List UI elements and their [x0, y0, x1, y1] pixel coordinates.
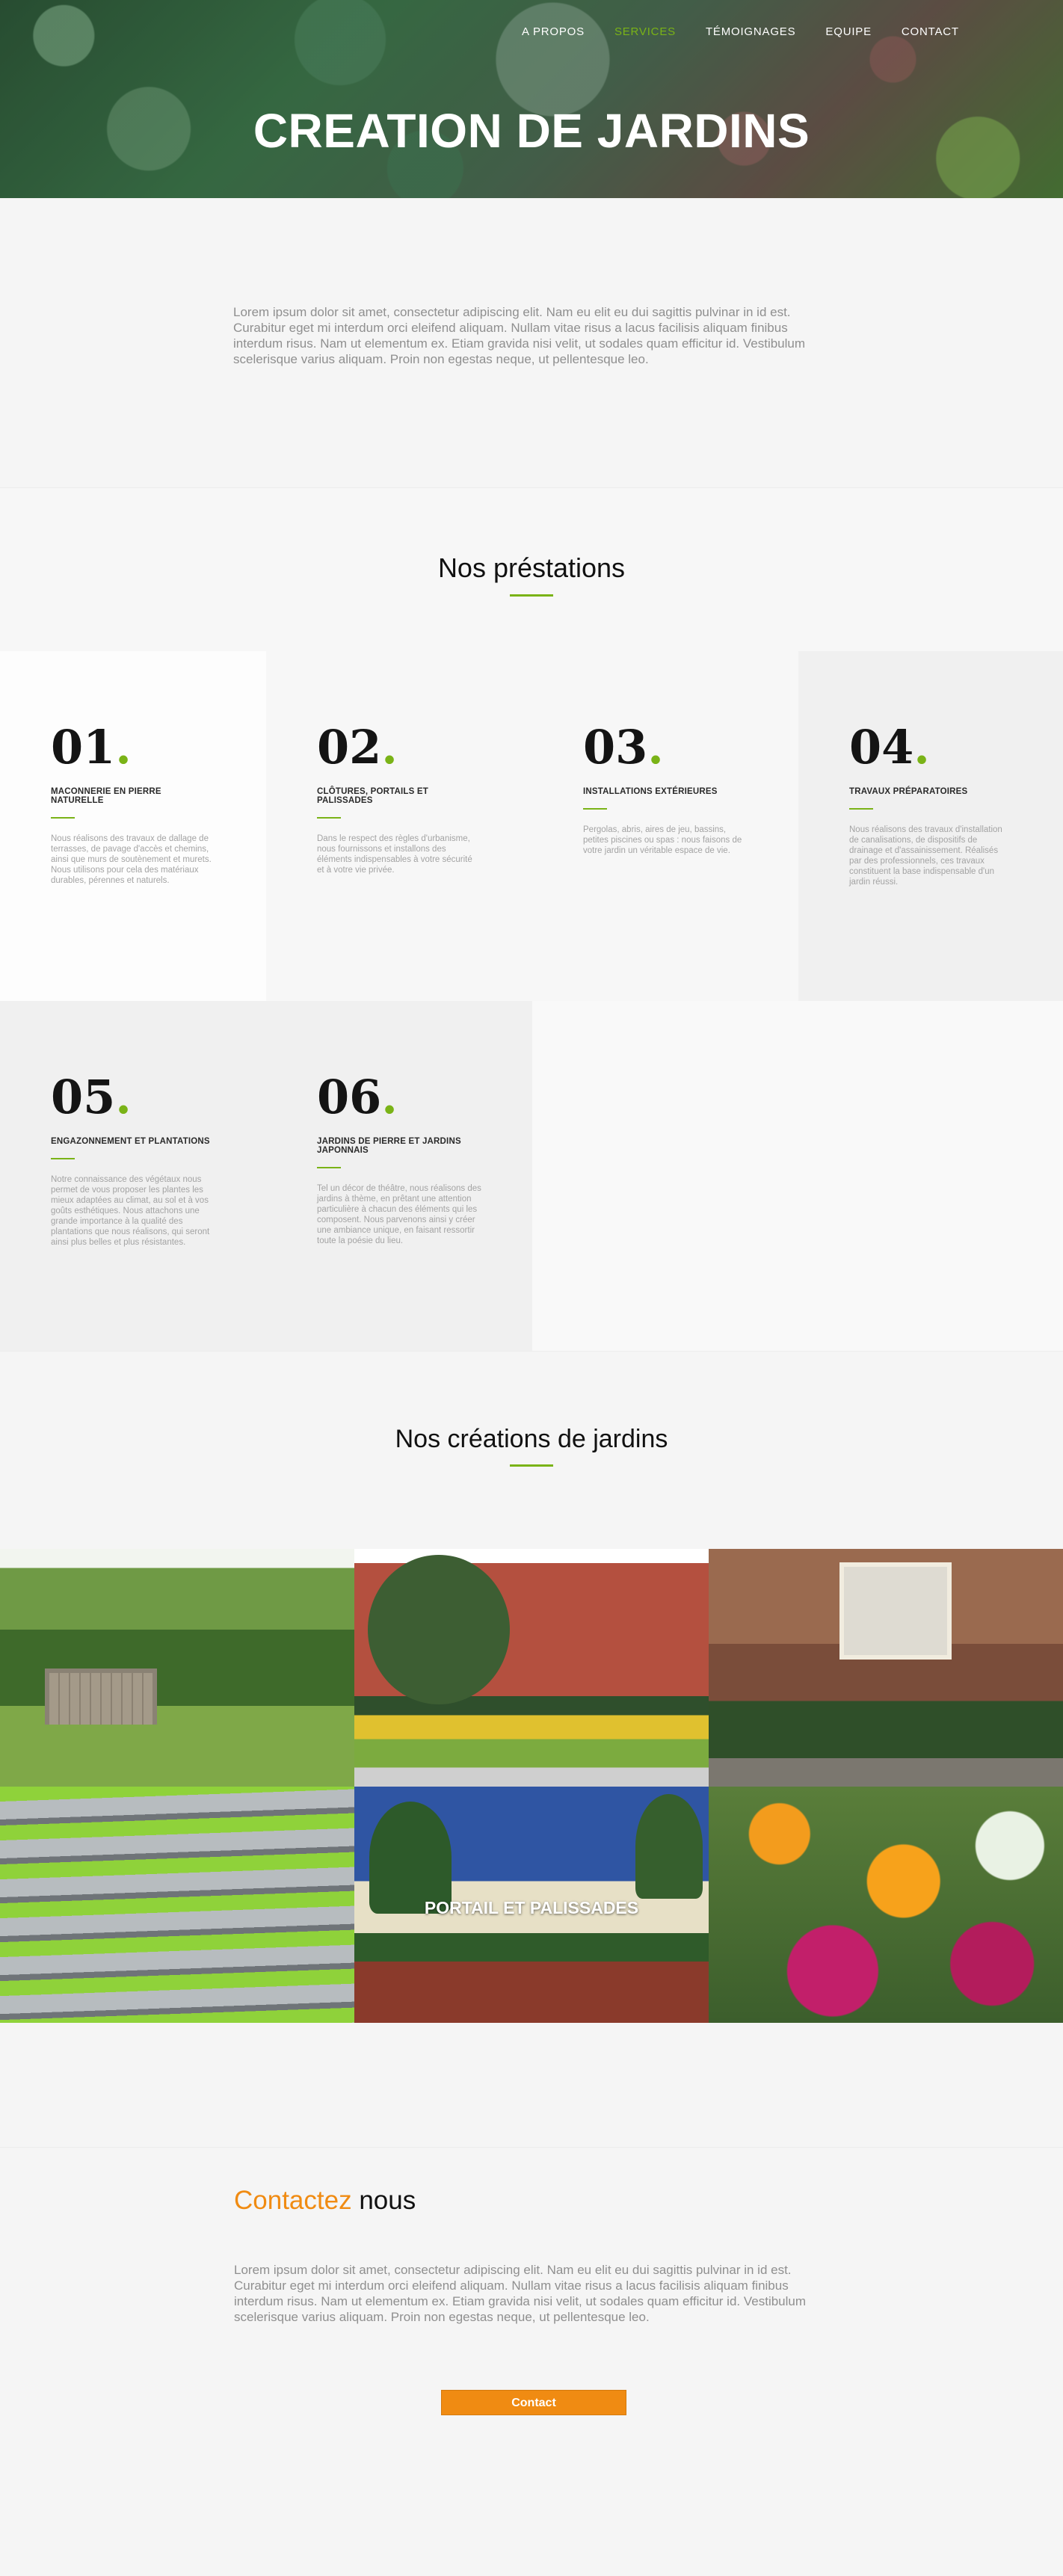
service-text: Notre connaissance des végétaux nous per… [51, 1175, 210, 1247]
tile-caption: PORTAIL ET PALISSADES [424, 1898, 639, 1917]
service-number: 06. [317, 1070, 398, 1124]
service-card: 04. TRAVAUX PRÉPARATOIRES Nous réalisons… [798, 651, 1063, 1001]
creations-section: Nos créations de jardins PORTAIL ET PALI… [0, 1351, 1063, 2023]
service-title: CLÔTURES, PORTAILS ET PALISSADES [317, 787, 429, 805]
intro-section: Lorem ipsum dolor sit amet, consectetur … [0, 198, 1063, 488]
gallery-tile-green-balconies[interactable] [0, 1787, 354, 2023]
bench-image [45, 1668, 157, 1725]
services-heading: Nos préstations [437, 552, 626, 583]
contact-text: Lorem ipsum dolor sit amet, consectetur … [234, 2263, 807, 2324]
service-divider [317, 1167, 341, 1168]
gallery-tile-garden-bench[interactable] [0, 1549, 354, 1787]
service-divider [51, 1158, 75, 1159]
window-image [839, 1562, 952, 1660]
services-header: Nos préstations [0, 488, 1063, 651]
tree-image [368, 1555, 510, 1704]
services-section: Nos préstations 01. MACONNERIE EN PIERRE… [0, 488, 1063, 1351]
service-card: 06. JARDINS DE PIERRE ET JARDINS JAPONNA… [266, 1001, 532, 1351]
service-text: Tel un décor de théâtre, nous réalisons … [317, 1184, 481, 1245]
creations-header: Nos créations de jardins [0, 1351, 1063, 1549]
nav-item-a-propos[interactable]: A PROPOS [522, 25, 585, 38]
service-card: 01. MACONNERIE EN PIERRE NATURELLE Nous … [0, 651, 266, 1001]
gallery-tile-portail-palissades[interactable]: PORTAIL ET PALISSADES [354, 1787, 709, 2023]
services-grid: 01. MACONNERIE EN PIERRE NATURELLE Nous … [0, 651, 1063, 1351]
service-divider [317, 817, 341, 819]
intro-text: Lorem ipsum dolor sit amet, consectetur … [233, 305, 806, 366]
hero-banner: A PROPOS SERVICES TÉMOIGNAGES EQUIPE CON… [0, 0, 1063, 198]
nav-item-contact[interactable]: CONTACT [902, 25, 959, 38]
service-text: Dans le respect des règles d'urbanisme, … [317, 834, 472, 875]
main-nav: A PROPOS SERVICES TÉMOIGNAGES EQUIPE CON… [522, 25, 989, 38]
service-card: 05. ENGAZONNEMENT ET PLANTATIONS Notre c… [0, 1001, 266, 1351]
empty-cell [532, 1001, 798, 1351]
service-number: 05. [51, 1070, 132, 1124]
service-number: 04. [849, 720, 930, 774]
nav-item-temoignages[interactable]: TÉMOIGNAGES [706, 25, 795, 38]
contact-section: Contactez nous Lorem ipsum dolor sit ame… [0, 2147, 1063, 2562]
service-card: 03. INSTALLATIONS EXTÉRIEURES Pergolas, … [532, 651, 798, 1001]
empty-cell [798, 1001, 1063, 1351]
service-number: 02. [317, 720, 398, 774]
service-number: 01. [51, 720, 132, 774]
page-title: CREATION DE JARDINS [253, 104, 810, 158]
creations-gallery: PORTAIL ET PALISSADES [0, 1549, 1063, 2023]
gallery-tile-hedge-garden[interactable] [709, 1549, 1063, 1787]
service-title: ENGAZONNEMENT ET PLANTATIONS [51, 1137, 210, 1146]
service-text: Nous réalisons des travaux de dallage de… [51, 834, 212, 885]
service-text: Pergolas, abris, aires de jeu, bassins, … [583, 825, 742, 855]
gallery-tile-flowers[interactable] [709, 1787, 1063, 2023]
creations-heading: Nos créations de jardins [395, 1425, 668, 1453]
nav-item-services[interactable]: SERVICES [614, 25, 676, 38]
section-spacer [0, 2023, 1063, 2147]
service-title: TRAVAUX PRÉPARATOIRES [849, 787, 968, 796]
nav-item-equipe[interactable]: EQUIPE [825, 25, 871, 38]
contact-heading: Contactez nous [234, 2186, 416, 2215]
service-title: JARDINS DE PIERRE ET JARDINS JAPONNAIS [317, 1137, 461, 1155]
service-text: Nous réalisons des travaux d'installatio… [849, 825, 1002, 887]
service-divider [583, 808, 607, 810]
service-card: 02. CLÔTURES, PORTAILS ET PALISSADES Dan… [266, 651, 532, 1001]
heading-underline [510, 594, 553, 597]
service-divider [51, 817, 75, 819]
service-title: MACONNERIE EN PIERRE NATURELLE [51, 787, 161, 805]
palm-image [635, 1794, 703, 1899]
service-title: INSTALLATIONS EXTÉRIEURES [583, 787, 718, 796]
contact-button[interactable]: Contact [441, 2390, 626, 2415]
gallery-tile-flowerbed-building[interactable] [354, 1549, 709, 1787]
service-divider [849, 808, 873, 810]
service-number: 03. [583, 720, 664, 774]
heading-underline [510, 1464, 553, 1467]
